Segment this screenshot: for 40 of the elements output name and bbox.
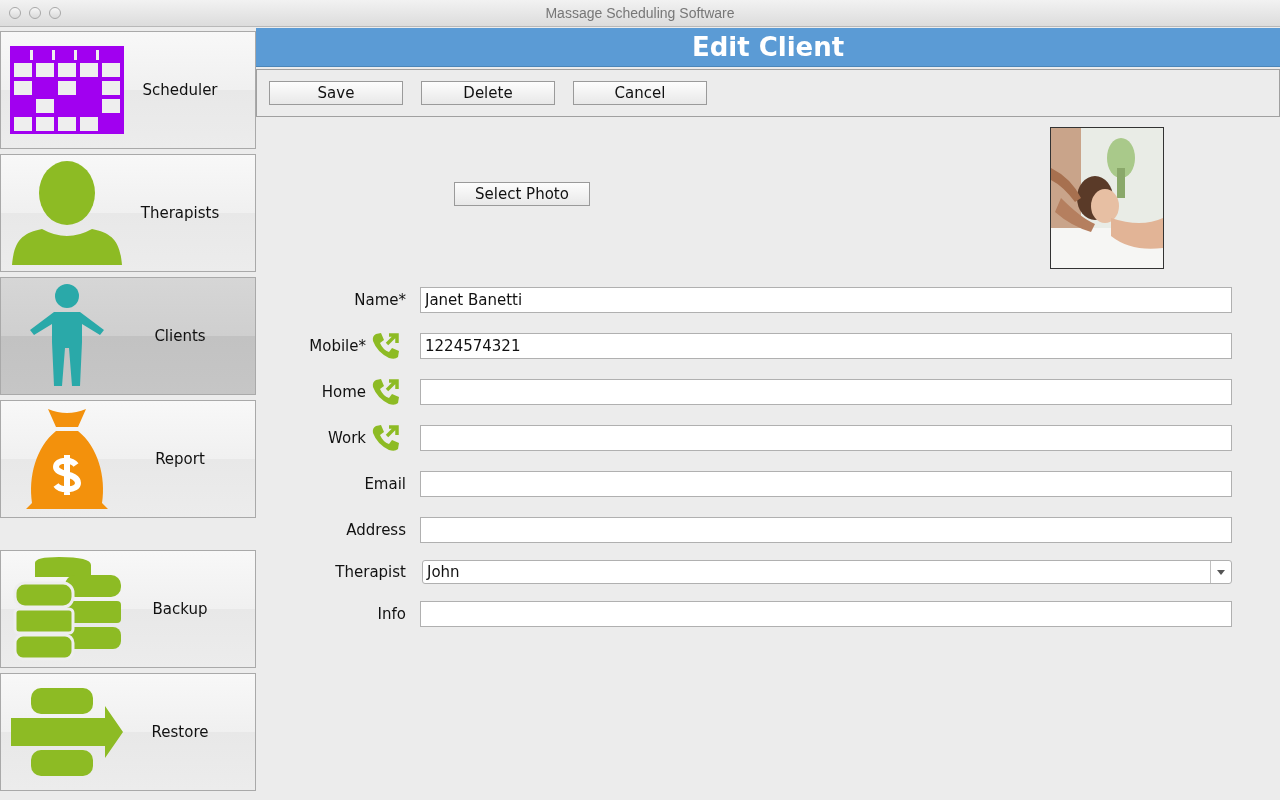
field-label: Info bbox=[376, 605, 406, 623]
field-label: Address bbox=[345, 521, 406, 539]
sidebar-item[interactable]: Therapists bbox=[0, 154, 256, 272]
input-field[interactable]: 1224574321 bbox=[420, 333, 1232, 359]
field-label: Mobile* bbox=[308, 337, 366, 355]
database-arrow-icon bbox=[11, 688, 123, 776]
sidebar-item[interactable]: Scheduler bbox=[0, 31, 256, 149]
field-label: Email bbox=[363, 475, 406, 493]
input-field[interactable] bbox=[420, 517, 1232, 543]
field-label: Work bbox=[327, 429, 366, 447]
field-label: Therapist bbox=[334, 563, 406, 581]
input-field[interactable] bbox=[420, 425, 1232, 451]
window-control-icon[interactable] bbox=[29, 7, 41, 19]
window-control-icon[interactable] bbox=[9, 7, 21, 19]
money-bag-icon bbox=[26, 407, 108, 511]
page-title: Edit Client bbox=[691, 32, 845, 62]
input-field[interactable] bbox=[420, 601, 1232, 627]
input-field[interactable]: Janet Banetti bbox=[420, 287, 1232, 313]
phone-call-icon[interactable] bbox=[371, 424, 401, 452]
field-label: Home bbox=[320, 383, 366, 401]
select-photo-button[interactable]: Select Photo bbox=[454, 182, 590, 206]
person-icon bbox=[12, 161, 122, 265]
toolbar-button[interactable]: Delete bbox=[421, 81, 555, 105]
sidebar-item[interactable]: Report bbox=[0, 400, 256, 518]
sidebar-item[interactable]: Clients bbox=[0, 277, 256, 395]
phone-call-icon[interactable] bbox=[371, 332, 401, 360]
input-field[interactable] bbox=[420, 471, 1232, 497]
calendar-icon bbox=[10, 46, 124, 134]
sidebar-item[interactable]: Backup bbox=[0, 550, 256, 668]
window-title: Massage Scheduling Software bbox=[545, 5, 735, 21]
toolbar-button[interactable]: Cancel bbox=[573, 81, 707, 105]
field-label: Name* bbox=[353, 291, 406, 309]
window-control-icon[interactable] bbox=[49, 7, 61, 19]
database-icon bbox=[13, 557, 121, 661]
input-field[interactable] bbox=[420, 379, 1232, 405]
caret-icon bbox=[1217, 569, 1225, 575]
therapist-dropdown[interactable]: John bbox=[422, 560, 1232, 584]
phone-call-icon[interactable] bbox=[371, 378, 401, 406]
sidebar-item[interactable]: Restore bbox=[0, 673, 256, 791]
toolbar-button[interactable]: Save bbox=[269, 81, 403, 105]
